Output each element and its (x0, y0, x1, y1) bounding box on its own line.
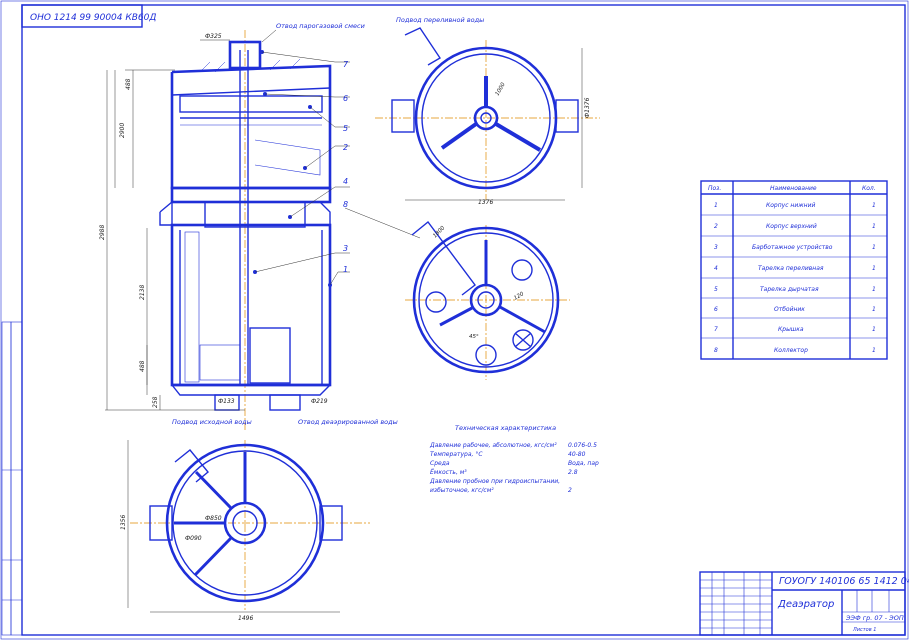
parts-header-pos: Поз. (708, 185, 721, 192)
callout-1: 1 (343, 265, 348, 274)
part-pos-6: 6 (714, 306, 718, 313)
spec-label-0: Давление рабочее, абсолютное, кгс/см² (429, 442, 557, 449)
part-name-6: Отбойник (774, 306, 805, 313)
label-source-water: Подвод исходной воды (172, 418, 252, 426)
top-plan-view: 1376 Ф1376 1000 (375, 27, 600, 206)
drawing-sheet: ОНО 1214 99 90004 КВ60Д Ф325 488 2900 29… (0, 0, 909, 640)
stamp-code: ОНО 1214 99 90004 КВ60Д (30, 13, 156, 23)
dim-h-upper: 2900 (119, 123, 126, 138)
dim-bottom-right: Ф219 (311, 398, 328, 405)
dim-top-diameter: Ф1376 (584, 97, 591, 118)
part-name-1: Корпус нижний (766, 202, 815, 209)
part-qty-7: 1 (872, 326, 876, 333)
part-pos-1: 1 (714, 202, 718, 209)
dim-bottom-a: Ф850 (205, 515, 222, 522)
part-name-8: Коллектор (774, 347, 808, 354)
dim-h-lower: 488 (139, 360, 146, 372)
bottom-plan-view: 1356 1496 Ф850 Ф090 (120, 440, 370, 622)
parts-header-qty: Кол. (862, 185, 876, 192)
front-section-view (159, 30, 332, 430)
corner-mark (885, 4, 906, 25)
spec-value-1: 40-80 (568, 451, 586, 458)
dim-top-inner: 1000 (495, 81, 507, 97)
spec-value-3: 2.8 (568, 469, 578, 476)
part-pos-5: 5 (714, 286, 718, 293)
callout-5: 5 (343, 124, 348, 133)
title-name: Деаэратор (777, 599, 834, 610)
part-qty-8: 1 (872, 347, 876, 354)
part-qty-6: 1 (872, 306, 876, 313)
title-group: ЭЭФ гр. 07 - ЭОП (845, 614, 904, 622)
callout-7: 7 (343, 60, 349, 69)
spec-value-0: 0.076-0.5 (568, 442, 597, 449)
part-qty-1: 1 (872, 202, 876, 209)
specs-title: Техническая характеристика (455, 424, 556, 432)
spec-label-5: избыточное, кгс/см² (430, 487, 494, 494)
spec-label-1: Температура, °С (430, 451, 483, 458)
callout-4: 4 (343, 177, 348, 186)
part-qty-3: 1 (872, 244, 876, 251)
spec-value-2: Вода, пар (568, 460, 599, 467)
label-steam-outlet: Отвод парогазовой смеси (276, 22, 365, 30)
dim-h-total: 2988 (99, 225, 106, 240)
part-qty-4: 1 (872, 265, 876, 272)
left-margin-strip (1, 321, 23, 636)
spec-label-3: Ёмкость, м³ (430, 469, 467, 476)
spec-value-5: 2 (568, 487, 572, 494)
dim-h-mid: 2138 (139, 285, 146, 300)
part-pos-7: 7 (714, 326, 718, 333)
part-qty-2: 1 (872, 223, 876, 230)
title-sheet: Листов 1 (852, 627, 876, 633)
spec-label-2: Среда (430, 460, 450, 467)
dim-bottom-left: Ф133 (218, 398, 235, 405)
outer-border (0, 0, 909, 640)
dim-bottom-height: 1356 (120, 515, 127, 530)
callout-3: 3 (343, 244, 348, 253)
part-name-2: Корпус верхний (766, 223, 817, 230)
parts-table: Поз. Наименование Кол. 1 Корпус нижний 1… (700, 180, 888, 360)
dim-top-width: 1376 (478, 199, 493, 206)
callout-8: 8 (343, 200, 348, 209)
title-block: ГОУОГУ 140106 65 1412 040 Деаэратор ЭЭФ … (699, 571, 909, 636)
part-pos-4: 4 (714, 265, 718, 272)
part-qty-5: 1 (872, 286, 876, 293)
label-deaerated-outlet: Отвод деаэрированной воды (298, 418, 398, 426)
part-name-4: Тарелка переливная (758, 265, 824, 272)
part-name-7: Крышка (778, 326, 804, 333)
dim-mid-b: 45° (469, 334, 479, 340)
parts-header-name: Наименование (770, 185, 817, 192)
dim-h-top: 488 (125, 78, 132, 90)
callout-2: 2 (343, 143, 348, 152)
part-name-3: Барботажное устройство (752, 244, 833, 251)
callout-6: 6 (343, 94, 348, 103)
part-pos-3: 3 (714, 244, 718, 251)
part-pos-8: 8 (714, 347, 718, 354)
dim-top-pipe: Ф325 (205, 33, 222, 40)
spec-label-4: Давление пробное при гидроиспытании, (429, 478, 560, 485)
label-overflow-inlet: Подвод переливной воды (396, 16, 484, 24)
title-code: ГОУОГУ 140106 65 1412 040 (779, 576, 909, 587)
part-name-5: Тарелка дырчатая (760, 286, 819, 293)
collector-plan-view: 1800 45° 120 (405, 220, 570, 380)
dim-bottom-width: 1496 (238, 615, 253, 622)
technical-specs: Техническая характеристика Давление рабо… (429, 424, 599, 494)
callouts: 7 6 5 2 4 8 3 1 (254, 51, 421, 286)
part-pos-2: 2 (714, 223, 718, 230)
dim-bottom-b: Ф090 (185, 535, 202, 542)
dim-h-base: 258 (152, 396, 159, 408)
